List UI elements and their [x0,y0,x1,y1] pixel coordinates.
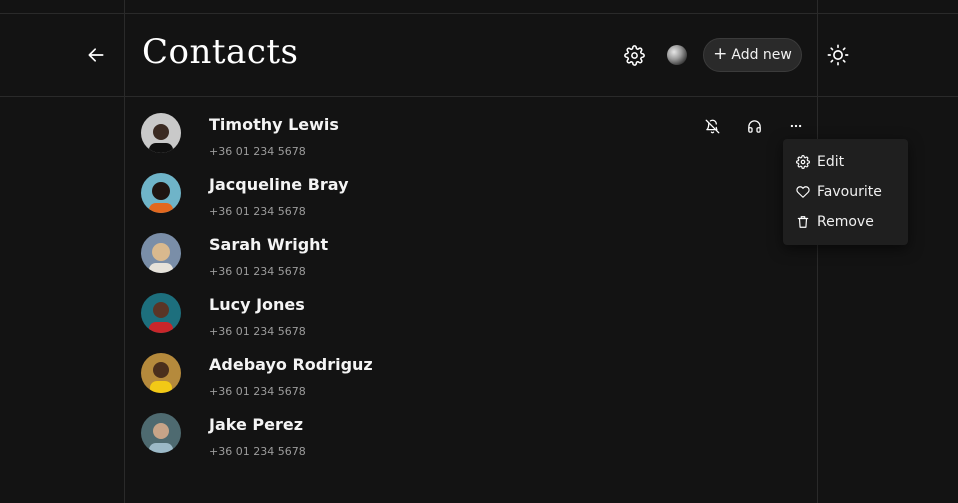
contact-row[interactable]: Jacqueline Bray +36 01 234 5678 [140,172,817,232]
more-dots-icon [790,124,802,128]
plus-icon: + [713,43,728,64]
contact-phone: +36 01 234 5678 [209,265,306,278]
contact-avatar [141,353,181,393]
theme-toggle-button[interactable] [826,43,850,67]
contact-phone: +36 01 234 5678 [209,325,306,338]
menu-item-edit[interactable]: Edit [796,152,844,172]
headphones-icon [747,119,761,133]
call-button[interactable] [744,116,764,136]
divider-left [124,0,125,503]
mute-button[interactable] [702,116,722,136]
contact-name: Jacqueline Bray [209,175,349,194]
add-new-button[interactable]: + Add new [703,38,802,72]
contact-row[interactable]: Lucy Jones +36 01 234 5678 [140,292,817,352]
arrow-left-icon [88,48,104,62]
divider-right [817,0,818,503]
gear-icon [623,44,645,66]
contact-avatar [141,173,181,213]
contact-phone: +36 01 234 5678 [209,205,306,218]
contact-list: Timothy Lewis +36 01 234 5678 Jacqueline… [140,112,817,472]
contact-avatar [141,113,181,153]
gear-icon [796,155,810,169]
back-button[interactable] [84,43,108,67]
settings-button[interactable] [622,43,646,67]
contact-name: Jake Perez [209,415,304,434]
contact-name: Adebayo Rodriguz [209,355,373,374]
contact-name: Sarah Wright [209,235,329,254]
sun-icon [827,44,849,66]
contact-name: Lucy Jones [209,295,305,314]
contact-phone: +36 01 234 5678 [209,145,306,158]
contact-avatar [141,413,181,453]
bell-off-icon [705,119,719,133]
trash-icon [797,216,809,228]
contact-name: Timothy Lewis [209,115,339,134]
contact-avatar [141,293,181,333]
more-options-button[interactable] [786,116,806,136]
menu-item-favourite[interactable]: Favourite [796,182,882,202]
menu-item-label: Remove [817,214,874,230]
contact-phone: +36 01 234 5678 [209,385,306,398]
menu-item-remove[interactable]: Remove [796,212,874,232]
contact-row[interactable]: Timothy Lewis +36 01 234 5678 [140,112,817,172]
contact-row[interactable]: Adebayo Rodriguz +36 01 234 5678 [140,352,817,412]
menu-item-label: Edit [817,154,845,170]
menu-item-label: Favourite [817,184,882,200]
contact-row[interactable]: Sarah Wright +36 01 234 5678 [140,232,817,292]
heart-icon [796,186,810,198]
contact-phone: +36 01 234 5678 [209,445,306,458]
divider-top [0,13,958,14]
contact-context-menu: Edit Favourite Remove [783,139,908,245]
page-title: Contacts [142,32,299,72]
add-new-label: Add new [731,47,792,63]
contact-row[interactable]: Jake Perez +36 01 234 5678 [140,412,817,472]
divider-header [0,96,958,97]
contact-avatar [141,233,181,273]
user-avatar[interactable] [667,45,687,65]
